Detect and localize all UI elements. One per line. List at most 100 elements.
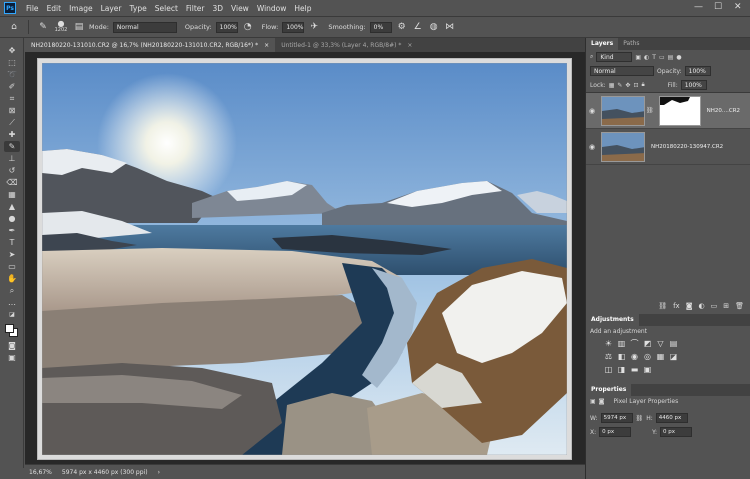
mask-icon[interactable]: ◙ [599,398,605,405]
layer-mask-thumbnail[interactable] [658,95,701,126]
brush-settings-icon[interactable]: ▤ [73,21,85,33]
vibrance-icon[interactable]: ▽ [656,339,665,348]
gear-icon[interactable]: ⚙ [396,21,408,33]
default-colors-icon[interactable]: ◪ [4,309,20,320]
menu-edit[interactable]: Edit [43,4,66,13]
height-input[interactable]: 4460 px [655,413,688,423]
filter-shape-icon[interactable]: ▭ [659,54,665,61]
more-tools-icon[interactable]: … [4,297,20,308]
foreground-color-swatch[interactable] [5,324,14,333]
levels-icon[interactable]: ▥ [617,339,626,348]
visibility-eye-icon[interactable]: ◉ [586,107,598,115]
menu-view[interactable]: View [227,4,253,13]
move-tool-icon[interactable]: ✥ [4,45,20,56]
chain-icon[interactable]: ⛓ [646,107,654,114]
add-mask-icon[interactable]: ◙ [686,302,693,310]
new-layer-icon[interactable]: ⊞ [723,302,729,310]
menu-file[interactable]: File [22,4,43,13]
marquee-tool-icon[interactable]: ⬚ [4,57,20,68]
quick-select-tool-icon[interactable]: ✐ [4,81,20,92]
menu-3d[interactable]: 3D [208,4,227,13]
filter-adjust-icon[interactable]: ◐ [644,54,649,61]
layer-row[interactable]: ◉ NH20180220-130947.CR2 [586,129,750,165]
menu-select[interactable]: Select [151,4,182,13]
layer-opacity-input[interactable]: 100% [684,66,711,76]
mode-select[interactable]: Normal [112,21,177,33]
link-layers-icon[interactable]: ⛓ [658,302,667,310]
layer-filter-select[interactable]: Kind [596,52,633,62]
gradient-map-icon[interactable]: ▬ [630,365,639,374]
hue-saturation-icon[interactable]: ▤ [669,339,678,348]
history-brush-tool-icon[interactable]: ↺ [4,165,20,176]
screen-mode-icon[interactable]: ▣ [4,352,20,363]
angle-icon[interactable]: ∠ [412,21,424,33]
canvas-area[interactable] [25,52,585,464]
x-input[interactable]: 0 px [599,427,632,437]
pressure-size-icon[interactable]: ◍ [428,21,440,33]
lock-pixels-icon[interactable]: ✎ [617,82,622,89]
rectangle-tool-icon[interactable]: ▭ [4,261,20,272]
filter-pixel-icon[interactable]: ▣ [635,54,641,61]
layer-name[interactable]: NH20....CR2 [707,108,740,114]
opacity-input[interactable]: 100% [215,21,238,33]
invert-icon[interactable]: ◪ [669,352,678,361]
menu-window[interactable]: Window [253,4,291,13]
black-white-icon[interactable]: ◧ [617,352,626,361]
color-lookup-icon[interactable]: ▦ [656,352,665,361]
width-input[interactable]: 5974 px [600,413,633,423]
maximize-button[interactable]: ☐ [714,2,722,12]
brightness-icon[interactable]: ☀ [604,339,613,348]
link-icon[interactable]: ⛓ [636,415,644,422]
brush-preset-icon[interactable]: ● 1202 [53,20,69,34]
pen-tool-icon[interactable]: ✒ [4,225,20,236]
filter-toggle-icon[interactable]: ● [676,54,681,61]
minimize-button[interactable]: — [694,2,703,12]
brush-tool-icon[interactable]: ✎ [4,141,20,152]
trash-icon[interactable]: 🗑︎ [735,302,744,310]
tab-document-2[interactable]: Untitled-1 @ 33,3% (Layer 4, RGB/8#) * × [275,38,418,52]
blur-tool-icon[interactable]: ▲ [4,201,20,212]
curves-icon[interactable]: ⌒ [630,339,639,348]
hand-tool-icon[interactable]: ✋ [4,273,20,284]
y-input[interactable]: 0 px [660,427,693,437]
healing-brush-tool-icon[interactable]: ✚ [4,129,20,140]
tab-document-1[interactable]: NH20180220-131010.CR2 @ 16,7% (NH2018022… [25,38,276,52]
layer-name[interactable]: NH20180220-130947.CR2 [651,144,723,150]
brush-tool-icon[interactable]: ✎ [37,21,49,33]
filter-smart-icon[interactable]: ▤ [668,54,674,61]
new-adjustment-icon[interactable]: ◐ [699,302,705,310]
close-window-button[interactable]: ✕ [734,2,742,12]
exposure-icon[interactable]: ◩ [643,339,652,348]
visibility-eye-icon[interactable]: ◉ [586,143,598,151]
menu-layer[interactable]: Layer [97,4,126,13]
lock-all-icon[interactable]: 🔒︎ [641,81,644,89]
clone-stamp-tool-icon[interactable]: ⊥ [4,153,20,164]
tab-properties[interactable]: Properties [586,384,632,396]
blend-mode-select[interactable]: Normal [590,66,654,76]
flow-input[interactable]: 100% [282,21,305,33]
airbrush-icon[interactable]: ✈ [308,21,320,33]
smoothing-input[interactable]: 0% [369,21,392,33]
layer-row[interactable]: ◉ ⛓ NH20....CR2 [586,93,750,129]
new-group-icon[interactable]: ▭ [711,302,718,310]
quick-mask-icon[interactable]: ◙ [4,340,20,351]
pressure-opacity-icon[interactable]: ◔ [242,21,254,33]
lock-position-icon[interactable]: ✥ [625,82,630,89]
type-tool-icon[interactable]: T [4,237,20,248]
home-icon[interactable]: ⌂ [8,21,20,33]
menu-filter[interactable]: Filter [182,4,209,13]
threshold-icon[interactable]: ◨ [617,365,626,374]
channel-mixer-icon[interactable]: ◎ [643,352,652,361]
tab-paths[interactable]: Paths [618,38,644,50]
symmetry-icon[interactable]: ⋈ [444,21,456,33]
fx-icon[interactable]: fx [673,302,680,310]
path-select-tool-icon[interactable]: ➤ [4,249,20,260]
menu-type[interactable]: Type [126,4,151,13]
tab-adjustments[interactable]: Adjustments [586,314,639,326]
eraser-tool-icon[interactable]: ⌫ [4,177,20,188]
menu-help[interactable]: Help [290,4,315,13]
crop-tool-icon[interactable]: ⌗ [4,93,20,104]
lock-transparent-icon[interactable]: ▦ [609,82,615,89]
color-swatches[interactable] [2,322,22,338]
posterize-icon[interactable]: ◫ [604,365,613,374]
